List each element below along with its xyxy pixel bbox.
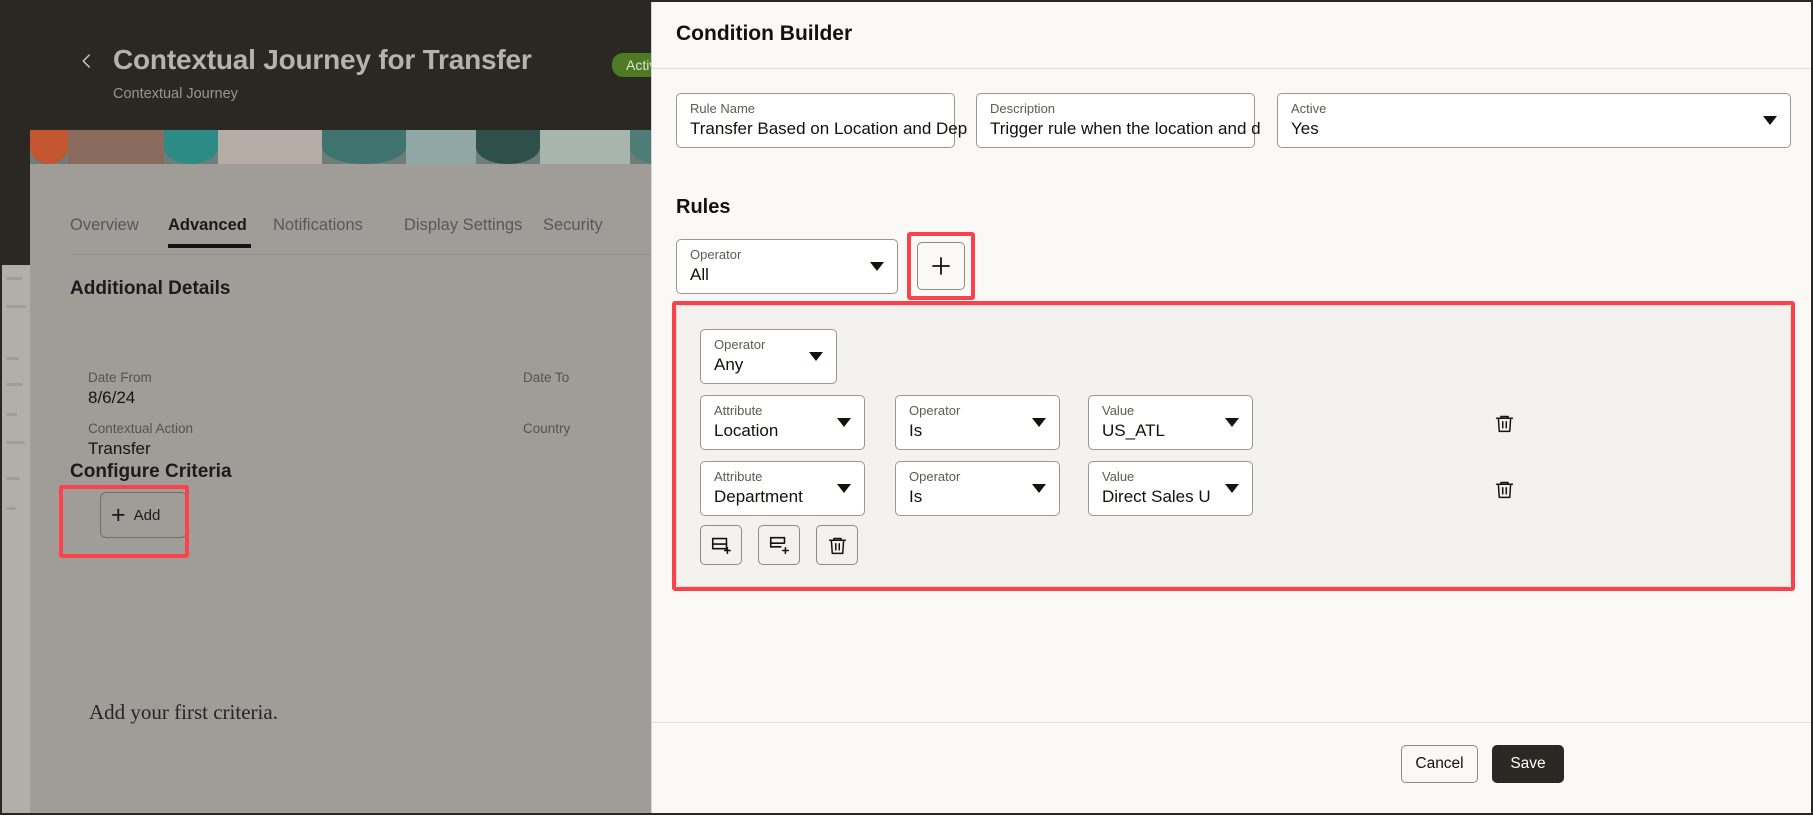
value-label: Value [1102, 469, 1135, 484]
operator-label: Operator [909, 469, 961, 484]
attribute-label: Attribute [714, 469, 763, 484]
root-operator-value: All [690, 265, 709, 284]
rule-name-value: Transfer Based on Location and Dep [690, 119, 968, 138]
date-from-label: Date From [88, 370, 152, 385]
tabs-bar: Overview Advanced Notifications Display … [30, 164, 751, 254]
tabs-divider [70, 254, 751, 255]
attribute-value: Department [714, 487, 803, 506]
description-label: Description [990, 101, 1056, 116]
cancel-button[interactable]: Cancel [1401, 745, 1478, 783]
country-label: Country [523, 421, 571, 436]
tab-active-indicator [168, 244, 251, 248]
tab-notifications[interactable]: Notifications [273, 216, 363, 235]
trash-icon [1495, 481, 1513, 498]
value-label: Value [1102, 403, 1135, 418]
trash-icon [1495, 415, 1513, 432]
chevron-down-icon [1032, 484, 1046, 493]
group-operator-value: Any [714, 355, 744, 374]
panel-header-divider [652, 68, 1813, 69]
condition-builder-panel: Condition Builder Rule Name Transfer Bas… [651, 0, 1813, 815]
attribute-label: Attribute [714, 403, 763, 418]
add-group-icon [769, 536, 789, 555]
tab-display-settings[interactable]: Display Settings [404, 216, 522, 235]
tab-advanced[interactable]: Advanced [168, 216, 247, 235]
additional-details-heading: Additional Details [70, 278, 231, 299]
tab-security[interactable]: Security [543, 216, 603, 235]
date-from-value: 8/6/24 [88, 388, 136, 407]
active-value: Yes [1291, 119, 1319, 138]
header-left-strip [0, 0, 30, 265]
add-criteria-label: Add [133, 506, 161, 524]
condition-2-value-select[interactable]: Value Direct Sales U [1088, 461, 1253, 516]
rule-name-field[interactable]: Rule Name Transfer Based on Location and… [676, 93, 967, 148]
plus-icon: + [111, 500, 126, 529]
add-group-button[interactable] [758, 525, 800, 565]
add-criteria-button[interactable]: + Add [100, 492, 187, 538]
delete-group-button[interactable] [816, 525, 858, 565]
rules-heading: Rules [676, 196, 731, 218]
contextual-action-label: Contextual Action [88, 421, 194, 436]
configure-criteria-heading: Configure Criteria [70, 461, 232, 482]
active-label: Active [1291, 101, 1327, 116]
footer-divider [652, 722, 1813, 723]
contextual-action-value: Transfer [88, 439, 151, 458]
root-operator-label: Operator [690, 247, 742, 262]
condition-1-value-select[interactable]: Value US_ATL [1088, 395, 1253, 450]
group-operator-label: Operator [714, 337, 766, 352]
page-subtitle: Contextual Journey [113, 86, 238, 102]
add-rule-group-button[interactable] [917, 242, 965, 290]
add-condition-button[interactable] [700, 525, 742, 565]
condition-1-attribute-select[interactable]: Attribute Location [700, 395, 865, 450]
date-to-label: Date To [523, 370, 570, 385]
empty-criteria-message: Add your first criteria. [89, 700, 278, 724]
save-button[interactable]: Save [1492, 745, 1564, 783]
value-value: US_ATL [1102, 421, 1165, 440]
panel-title: Condition Builder [676, 22, 853, 45]
page-title: Contextual Journey for Transfer [113, 44, 532, 75]
condition-1-operator-select[interactable]: Operator Is [895, 395, 1060, 450]
chevron-down-icon [837, 418, 851, 427]
plus-icon [932, 257, 950, 275]
chevron-down-icon [837, 484, 851, 493]
root-operator-select[interactable]: Operator All [676, 239, 898, 294]
left-rail [0, 265, 30, 815]
rule-group: Operator Any Attribute Location Operator… [676, 305, 1791, 587]
chevron-down-icon [870, 262, 884, 271]
description-field[interactable]: Description Trigger rule when the locati… [976, 93, 1261, 148]
detail-card: Overview Advanced Notifications Display … [30, 130, 751, 815]
background-page: Contextual Journey for Transfer Active C… [0, 0, 751, 815]
chevron-down-icon [809, 352, 823, 361]
condition-1-delete-button[interactable] [1487, 406, 1521, 440]
add-condition-icon [711, 537, 731, 555]
attribute-value: Location [714, 421, 779, 440]
chevron-down-icon [1225, 484, 1239, 493]
chevron-down-icon [1032, 418, 1046, 427]
active-select[interactable]: Active Yes [1277, 93, 1791, 148]
condition-2-delete-button[interactable] [1487, 472, 1521, 506]
value-value: Direct Sales U [1102, 487, 1211, 506]
operator-value: Is [909, 421, 923, 440]
group-operator-select[interactable]: Operator Any [700, 329, 837, 384]
tab-overview[interactable]: Overview [70, 216, 139, 235]
trash-icon [828, 537, 846, 554]
operator-value: Is [909, 487, 923, 506]
chevron-down-icon [1763, 116, 1777, 125]
chevron-down-icon [1225, 418, 1239, 427]
chevron-left-icon[interactable] [78, 52, 96, 70]
rule-name-label: Rule Name [690, 101, 756, 116]
condition-2-operator-select[interactable]: Operator Is [895, 461, 1060, 516]
banner-graphic [30, 130, 751, 164]
screenshot-root: Contextual Journey for Transfer Active C… [0, 0, 1813, 815]
operator-label: Operator [909, 403, 961, 418]
description-value: Trigger rule when the location and d [990, 119, 1261, 138]
condition-2-attribute-select[interactable]: Attribute Department [700, 461, 865, 516]
